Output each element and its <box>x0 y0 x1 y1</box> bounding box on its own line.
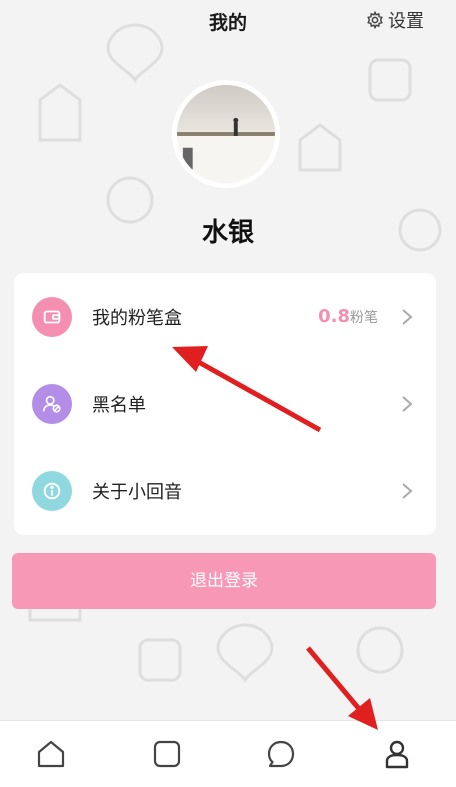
tab-chat[interactable] <box>264 737 298 771</box>
info-icon <box>32 470 72 511</box>
chat-icon <box>267 740 295 768</box>
chalk-balance-number: 0.8 <box>318 306 350 327</box>
tab-profile[interactable] <box>380 737 414 771</box>
gear-icon <box>367 11 383 29</box>
menu-item-label: 我的粉笔盒 <box>92 307 182 329</box>
square-icon <box>153 740 181 768</box>
avatar[interactable] <box>172 80 280 188</box>
chevron-right-icon <box>402 482 413 499</box>
menu-item-label: 黑名单 <box>92 394 146 416</box>
tab-bar <box>0 720 456 787</box>
chalk-balance-unit: 粉笔 <box>350 310 378 326</box>
menu-item-blacklist[interactable]: 黑名单 <box>14 360 436 447</box>
username: 水银 <box>201 218 254 248</box>
chevron-right-icon <box>402 395 413 412</box>
settings-button[interactable]: 设置 <box>366 7 424 33</box>
tab-square[interactable] <box>150 737 184 771</box>
blocked-user-icon <box>32 383 72 424</box>
avatar-image <box>177 85 275 183</box>
logout-button[interactable]: 退出登录 <box>12 553 436 609</box>
menu-card: 我的粉笔盒 0.8粉笔 黑名单 关于小回音 <box>14 273 436 535</box>
profile-icon <box>385 740 409 769</box>
top-bar: 我的 设置 <box>0 0 456 40</box>
home-icon <box>37 740 65 768</box>
menu-item-chalk-box[interactable]: 我的粉笔盒 0.8粉笔 <box>14 273 436 360</box>
chalk-balance: 0.8粉笔 <box>318 306 378 327</box>
tab-home[interactable] <box>34 737 68 771</box>
settings-label: 设置 <box>388 11 424 32</box>
menu-item-about[interactable]: 关于小回音 <box>14 447 436 534</box>
menu-item-label: 关于小回音 <box>92 481 182 503</box>
chevron-right-icon <box>402 308 413 325</box>
wallet-icon <box>32 296 72 337</box>
